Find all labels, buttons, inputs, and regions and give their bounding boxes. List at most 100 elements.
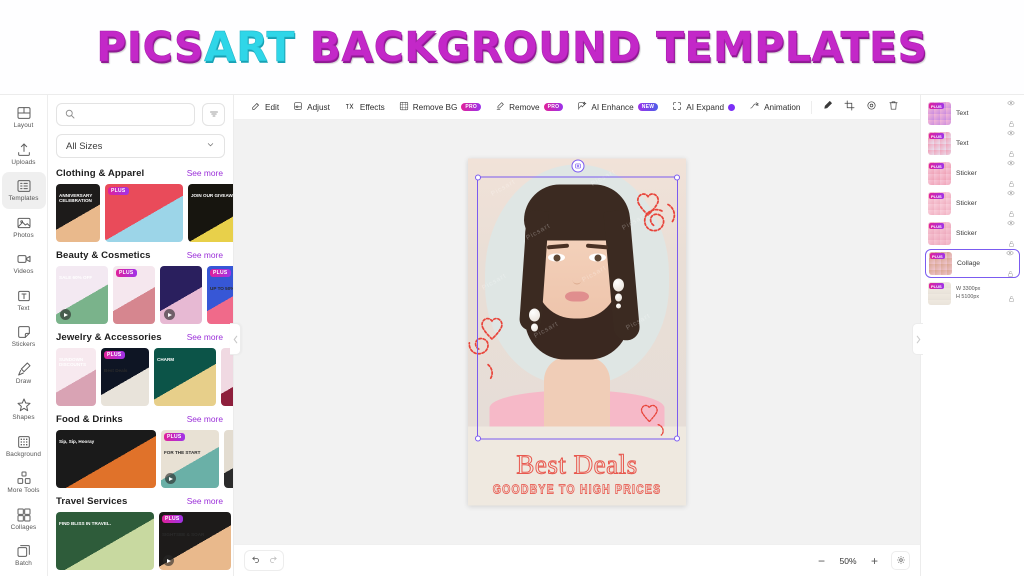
toolbar-adjust-button[interactable]: Adjust (286, 99, 337, 115)
see-more-link[interactable]: See more (187, 496, 223, 506)
sidebar-item-templates[interactable]: Templates (1, 172, 46, 209)
toolbar-ai-enhance-button[interactable]: AI Enhance NEW (570, 99, 665, 115)
template-thumbnail[interactable]: SUNDOWN DISCOUNTS (56, 348, 96, 406)
toolbar-item-label: Effects (359, 102, 385, 112)
flip-icon (866, 98, 877, 116)
template-thumbnail[interactable]: PLUS (113, 266, 155, 324)
toolbar-ai-expand-button[interactable]: AI Expand (665, 99, 742, 115)
template-thumbnail[interactable] (221, 348, 233, 406)
toolbar-item-label: Animation (764, 102, 801, 112)
history-controls (244, 550, 284, 571)
panel-collapse-handle[interactable] (230, 323, 241, 355)
portrait-nose (572, 269, 582, 285)
toolbar-effects-button[interactable]: Effects (337, 99, 392, 115)
play-icon (60, 309, 71, 320)
template-thumbnail[interactable] (224, 430, 233, 488)
category-title: Travel Services (56, 496, 128, 507)
sidebar-item-shapes[interactable]: Shapes (2, 391, 46, 428)
toolbar-animation-button[interactable]: Animation (742, 99, 807, 115)
portrait-earring-right (613, 278, 626, 311)
search-icon (65, 106, 75, 124)
flip-button[interactable] (860, 98, 882, 117)
artboard[interactable]: Picsart Picsart Picsart Picsart Picsart Picsa… (468, 158, 686, 506)
template-thumbnail[interactable]: PLUS FOR THE START (161, 430, 219, 488)
eye-icon[interactable] (1006, 244, 1014, 262)
sidebar-item-draw[interactable]: Draw (2, 355, 46, 392)
toolbar-item-label: AI Expand (686, 102, 725, 112)
layer-height: H 5100px (956, 293, 980, 300)
redo-button[interactable] (264, 551, 283, 570)
template-thumbnail[interactable]: PLUS (105, 184, 183, 242)
toolbar-edit-button[interactable]: Edit (244, 99, 286, 115)
search-input[interactable] (80, 109, 186, 120)
selection-handle-bl[interactable] (475, 435, 481, 442)
caption-sub: GOODBYE TO HIGH PRICES (492, 482, 662, 498)
template-thumbnail[interactable]: FIND BLISS IN TRAVEL. (56, 512, 154, 570)
collages-icon (16, 507, 32, 523)
eyedropper-button[interactable] (816, 98, 838, 117)
see-more-link[interactable]: See more (187, 168, 223, 178)
template-thumbnail[interactable]: ANNIVERSARY CELEBRATION (56, 184, 100, 242)
template-thumbnail[interactable]: PLUS Best Deals (101, 348, 149, 406)
eye-icon[interactable] (1007, 94, 1015, 112)
sidebar-item-stickers[interactable]: Stickers (2, 318, 46, 355)
eye-icon[interactable] (1007, 154, 1015, 172)
template-thumbnail[interactable]: SALE 60% OFF (56, 266, 108, 324)
template-thumbnail-label: UP TO 50% OFF (210, 286, 233, 291)
edit-icon (251, 101, 261, 113)
unlock-icon[interactable] (1008, 290, 1015, 308)
category-title: Jewelry & Accessories (56, 332, 162, 343)
canvas-stage[interactable]: Picsart Picsart Picsart Picsart Picsart Picsa… (234, 120, 920, 544)
eye-icon[interactable] (1007, 184, 1015, 202)
sidebar-item-layout[interactable]: Layout (2, 99, 46, 136)
undo-button[interactable] (245, 551, 264, 570)
sidebar-item-batch[interactable]: Batch (2, 537, 46, 574)
sidebar-item-collages[interactable]: Collages (2, 501, 46, 538)
see-more-link[interactable]: See more (187, 414, 223, 424)
template-thumbnail[interactable]: CHARM (154, 348, 216, 406)
filter-button[interactable] (202, 103, 225, 126)
play-icon (163, 555, 174, 566)
toolbar-divider (811, 100, 813, 114)
plus-badge: PLUS (930, 253, 945, 259)
toolbar-remove-bg-button[interactable]: Remove BG PRO (392, 99, 488, 115)
sidebar-item-background[interactable]: Background (2, 428, 46, 465)
eyedropper-icon (822, 98, 833, 116)
selection-handle-br[interactable] (674, 435, 680, 442)
layer-item[interactable]: PLUS Collage (925, 249, 1020, 278)
size-select[interactable]: All Sizes (56, 134, 225, 158)
eye-icon[interactable] (1007, 214, 1015, 232)
see-more-link[interactable]: See more (187, 332, 223, 342)
redo-icon (269, 552, 279, 570)
sidebar-item-photos[interactable]: Photos (2, 209, 46, 246)
eye-icon[interactable] (1007, 124, 1015, 142)
filter-icon (209, 106, 219, 124)
layer-width: W 3300px (956, 285, 981, 292)
sidebar-item-videos[interactable]: Videos (2, 245, 46, 282)
template-thumbnail[interactable]: PLUS SIGHTSEE & SOAR (159, 512, 231, 570)
toolbar-item-label: Remove (509, 102, 540, 112)
chevron-down-icon (206, 140, 215, 152)
layer-thumbnail: PLUS (928, 162, 951, 185)
category-header: Clothing & Apparel See more (56, 168, 233, 179)
crop-button[interactable] (838, 98, 860, 117)
trash-button[interactable] (882, 98, 904, 117)
template-thumbnail[interactable]: JOIN OUR GIVEAWAY (188, 184, 233, 242)
search-input-wrap[interactable] (56, 103, 195, 126)
layer-item-background[interactable]: PLUS W 3300px H 5100px (925, 279, 1020, 308)
sidebar-item-uploads[interactable]: Uploads (2, 136, 46, 173)
canvas-settings-button[interactable] (891, 551, 910, 570)
sidebar-item-more-tools[interactable]: More Tools (2, 464, 46, 501)
zoom-in-button[interactable]: + (867, 553, 882, 568)
sidebar-item-text[interactable]: Text (2, 282, 46, 319)
toolbar-remove-button[interactable]: Remove PRO (488, 99, 570, 115)
template-thumbnail[interactable]: PLUS UP TO 50% OFF (207, 266, 233, 324)
template-thumbnail[interactable]: Sip, Sip, Hooray (56, 430, 156, 488)
plus-badge: PLUS (929, 283, 944, 289)
layers-collapse-handle[interactable] (912, 323, 923, 355)
see-more-link[interactable]: See more (187, 250, 223, 260)
plus-badge: PLUS (162, 515, 183, 523)
zoom-out-button[interactable]: − (814, 553, 829, 568)
category-title: Food & Drinks (56, 414, 123, 425)
template-thumbnail[interactable] (160, 266, 202, 324)
